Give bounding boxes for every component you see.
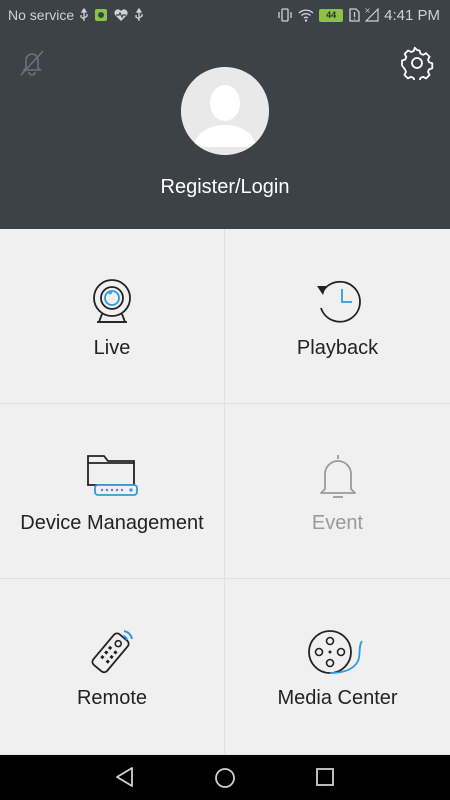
clock: 4:41 PM bbox=[384, 6, 440, 24]
menu-media-center[interactable]: Media Center bbox=[225, 579, 450, 755]
playback-clock-icon bbox=[316, 280, 361, 323]
register-login-link[interactable]: Register/Login bbox=[0, 176, 450, 199]
heart-rate-icon bbox=[114, 9, 128, 21]
menu-live-label: Live bbox=[93, 337, 131, 359]
menu-live[interactable]: Live bbox=[0, 229, 225, 404]
battery-indicator: 44 bbox=[319, 8, 344, 22]
menu-remote-label: Remote bbox=[76, 687, 148, 709]
feature-menu-grid: Live Playback Device Management Event Re… bbox=[0, 229, 450, 755]
webcam-icon bbox=[93, 279, 131, 323]
menu-event[interactable]: Event bbox=[225, 404, 450, 579]
menu-media-center-label: Media Center bbox=[277, 687, 398, 709]
carrier-label: No service bbox=[8, 7, 75, 23]
recents-icon[interactable] bbox=[314, 766, 336, 788]
bell-icon bbox=[319, 455, 356, 498]
avatar[interactable] bbox=[181, 67, 269, 155]
wifi-icon bbox=[298, 9, 314, 22]
usb-debug-icon bbox=[135, 8, 143, 21]
film-reel-icon bbox=[307, 630, 363, 674]
usb-icon bbox=[80, 8, 88, 21]
sim-alert-icon bbox=[349, 8, 360, 22]
menu-event-label: Event bbox=[311, 512, 364, 534]
status-bar: No service 44 4:41 PM bbox=[0, 0, 450, 30]
signal-off-icon bbox=[365, 8, 379, 22]
gear-icon[interactable] bbox=[400, 46, 434, 85]
profile-header: Register/Login bbox=[0, 30, 450, 229]
folder-device-icon bbox=[87, 455, 138, 496]
menu-playback[interactable]: Playback bbox=[225, 229, 450, 404]
menu-device-management-label: Device Management bbox=[20, 512, 204, 534]
app-notification-icon bbox=[95, 9, 108, 21]
bell-off-icon[interactable] bbox=[16, 46, 48, 83]
menu-playback-label: Playback bbox=[296, 337, 379, 359]
home-icon[interactable] bbox=[213, 766, 237, 790]
menu-device-management[interactable]: Device Management bbox=[0, 404, 225, 579]
system-nav-bar bbox=[0, 755, 450, 800]
menu-remote[interactable]: Remote bbox=[0, 579, 225, 755]
remote-control-icon bbox=[91, 630, 133, 674]
vibrate-icon bbox=[278, 8, 292, 22]
back-icon[interactable] bbox=[113, 766, 137, 788]
